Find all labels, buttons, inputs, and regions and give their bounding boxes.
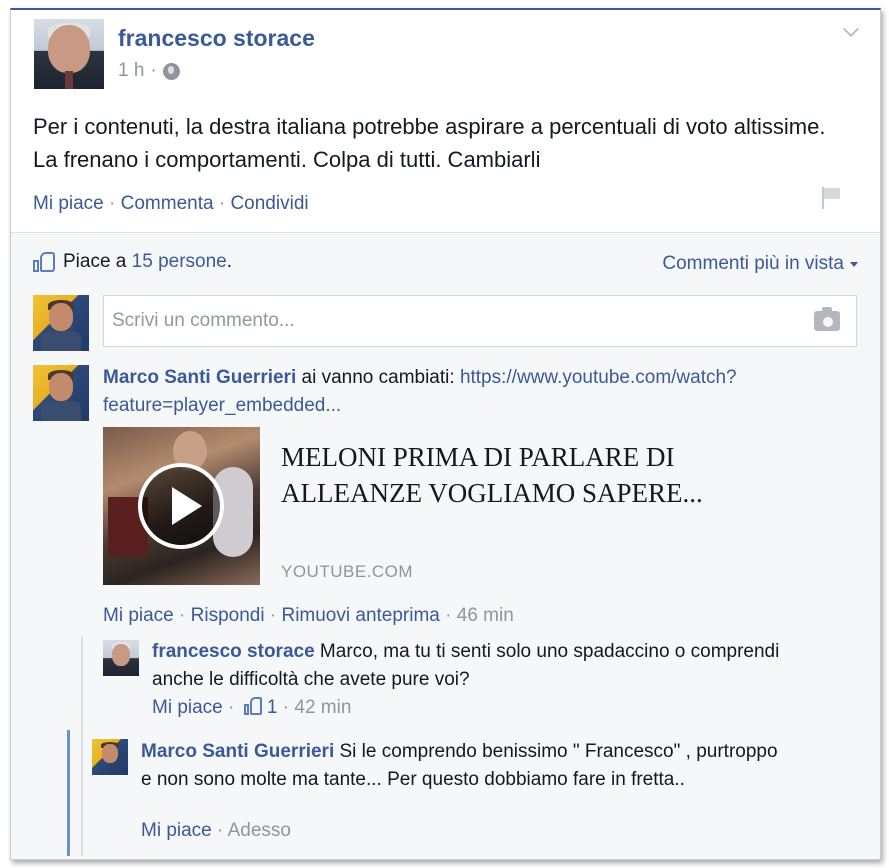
comment-author[interactable]: Marco Santi Guerrieri (103, 367, 296, 388)
likes-prefix: Piace a (63, 251, 127, 272)
reply-time[interactable]: Adesso (228, 820, 291, 841)
reply-author[interactable]: Marco Santi Guerrieri (141, 741, 334, 762)
avatar-face (49, 373, 73, 401)
comment-body: Marco Santi Guerrieri ai vanno cambiati:… (103, 364, 823, 420)
commenter-avatar[interactable] (33, 365, 89, 421)
post-card: francesco storace 1 h · Per i contenuti,… (10, 8, 881, 860)
author-avatar[interactable] (34, 19, 104, 89)
reply-body: Marco Santi Guerrieri Si le comprendo be… (141, 738, 791, 794)
action-separator: · (103, 193, 121, 214)
reply-actions: Mi piace · 1 · 42 min (152, 697, 352, 718)
reply-author[interactable]: francesco storace (152, 641, 315, 662)
thumbs-up-icon (243, 697, 262, 715)
reply-time[interactable]: 42 min (294, 697, 351, 718)
comment-actions: Mi piace · Rispondi · Rimuovi anteprima … (103, 605, 514, 626)
post-meta: 1 h · (118, 60, 180, 82)
chevron-down-icon[interactable] (843, 21, 859, 37)
play-icon[interactable] (138, 463, 224, 549)
avatar-face (112, 644, 130, 666)
comment-time[interactable]: 46 min (457, 605, 514, 626)
post-author-name[interactable]: francesco storace (118, 25, 315, 52)
post-text: Per i contenuti, la destra italiana potr… (33, 114, 826, 172)
likes-summary: Piace a 15 persone. (33, 251, 232, 273)
meta-separator: · (150, 60, 157, 81)
reply-thread-line (81, 636, 83, 856)
thumb-hand (249, 697, 262, 715)
avatar-face (48, 25, 90, 73)
post-actions: Mi piace · Commenta · Condividi (33, 193, 309, 215)
flag-cloth (824, 188, 840, 199)
remove-preview-button[interactable]: Rimuovi anteprima (281, 605, 439, 626)
sort-label: Commenti più in vista (662, 253, 844, 274)
reply-button[interactable]: Rispondi (191, 605, 265, 626)
avatar-face (102, 744, 118, 763)
link-preview[interactable]: MELONI PRIMA DI PARLARE DI ALLEANZE VOGL… (103, 427, 803, 587)
comment-input[interactable] (104, 296, 784, 346)
comment-text: ai vanno cambiati: (296, 367, 460, 388)
share-button[interactable]: Condividi (230, 193, 308, 214)
feedback-section: Piace a 15 persone. Commenti più in vist… (11, 232, 880, 859)
avatar-face (49, 303, 73, 331)
preview-title[interactable]: MELONI PRIMA DI PARLARE DI ALLEANZE VOGL… (281, 439, 801, 511)
thumb-cuff (243, 704, 249, 715)
thumbs-up-icon (33, 252, 55, 272)
like-button[interactable]: Mi piace (33, 193, 104, 214)
video-thumbnail[interactable] (103, 427, 260, 585)
reply-body: francesco storace Marco, ma tu ti senti … (152, 638, 792, 694)
post-header: francesco storace 1 h · Per i contenuti,… (11, 10, 880, 232)
flag-icon[interactable] (822, 187, 840, 209)
reply-avatar[interactable] (92, 739, 128, 775)
comment-button[interactable]: Commenta (121, 193, 214, 214)
avatar-shoulders (41, 331, 81, 351)
active-reply-indicator (67, 730, 70, 856)
reply-like-button[interactable]: Mi piace (141, 820, 212, 841)
reply-like-button[interactable]: Mi piace (152, 697, 223, 718)
camera-icon[interactable] (814, 307, 840, 331)
preview-source: YOUTUBE.COM (281, 562, 414, 581)
thumb-cuff (33, 260, 39, 272)
comment-like-button[interactable]: Mi piace (103, 605, 174, 626)
caret-down-icon (850, 261, 858, 267)
post-timestamp[interactable]: 1 h (118, 60, 144, 82)
current-user-avatar (33, 295, 89, 351)
avatar-tie (65, 71, 73, 89)
thumb-hand (40, 252, 55, 272)
likes-people-link[interactable]: 15 persone (132, 251, 227, 272)
likes-suffix: . (226, 251, 233, 272)
comment-input-box (103, 295, 857, 347)
likes-text: Piace a 15 persone. (63, 251, 232, 273)
reply-like-count[interactable]: 1 (267, 697, 278, 718)
reply-actions: Mi piace · Adesso (141, 820, 291, 841)
globe-icon[interactable] (162, 62, 180, 80)
reply-avatar[interactable] (103, 640, 139, 676)
comment-sort-dropdown[interactable]: Commenti più in vista (662, 253, 858, 275)
action-separator: · (213, 193, 231, 214)
avatar-shoulders (41, 401, 81, 421)
